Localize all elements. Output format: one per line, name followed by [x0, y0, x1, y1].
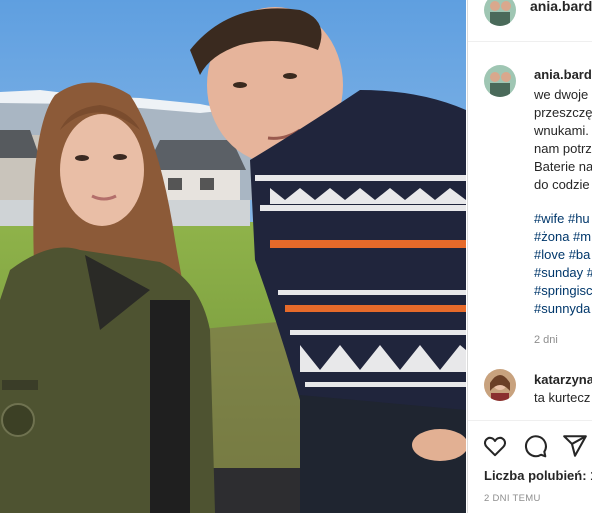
likes-label: Liczba polubień: 1 — [484, 468, 592, 483]
hashtag-link[interactable]: #sunday # — [534, 265, 592, 280]
avatar-image — [484, 369, 516, 401]
commenter-avatar[interactable] — [484, 369, 516, 401]
heart-icon[interactable] — [482, 433, 508, 459]
caption-line: we dwoje — [534, 87, 589, 102]
comment-text: ta kurtecz — [534, 390, 591, 405]
post-side-panel: ania.bardo ania.bardo we dwoje przeszczę… — [467, 0, 592, 513]
caption-line: nam potrz — [534, 141, 592, 156]
caption-avatar[interactable] — [484, 65, 516, 97]
caption-time[interactable]: 2 dni — [534, 334, 558, 346]
caption-line: wnukami. — [534, 123, 589, 138]
avatar-image — [484, 0, 516, 26]
share-icon[interactable] — [562, 433, 588, 459]
comment-icon[interactable] — [522, 433, 548, 459]
post-photo[interactable] — [0, 0, 466, 513]
hashtag-link[interactable]: #springisc — [534, 283, 592, 298]
post-header: ania.bardo — [468, 0, 592, 42]
caption-line: Baterie na — [534, 159, 592, 174]
header-username[interactable]: ania.bardo — [530, 0, 592, 14]
post-date: 2 DNI TEMU — [484, 493, 541, 504]
caption-line: przeszczę — [534, 105, 592, 120]
caption-username[interactable]: ania.bardo — [534, 67, 592, 82]
comment-username[interactable]: katarzyna — [534, 372, 592, 387]
caption-line: do codzie — [534, 177, 590, 192]
avatar-image — [484, 65, 516, 97]
hashtag-link[interactable]: #love #ba — [534, 247, 590, 262]
hashtag-link[interactable]: #wife #hu — [534, 211, 590, 226]
author-avatar[interactable] — [484, 0, 516, 26]
hashtag-link[interactable]: #sunnyda — [534, 301, 590, 316]
likes-count[interactable]: Liczba polubień: 1 — [484, 468, 592, 483]
post-actions: Liczba polubień: 1 2 DNI TEMU — [468, 420, 592, 513]
photo-image — [0, 0, 466, 513]
hashtag-link[interactable]: #żona #m — [534, 229, 591, 244]
